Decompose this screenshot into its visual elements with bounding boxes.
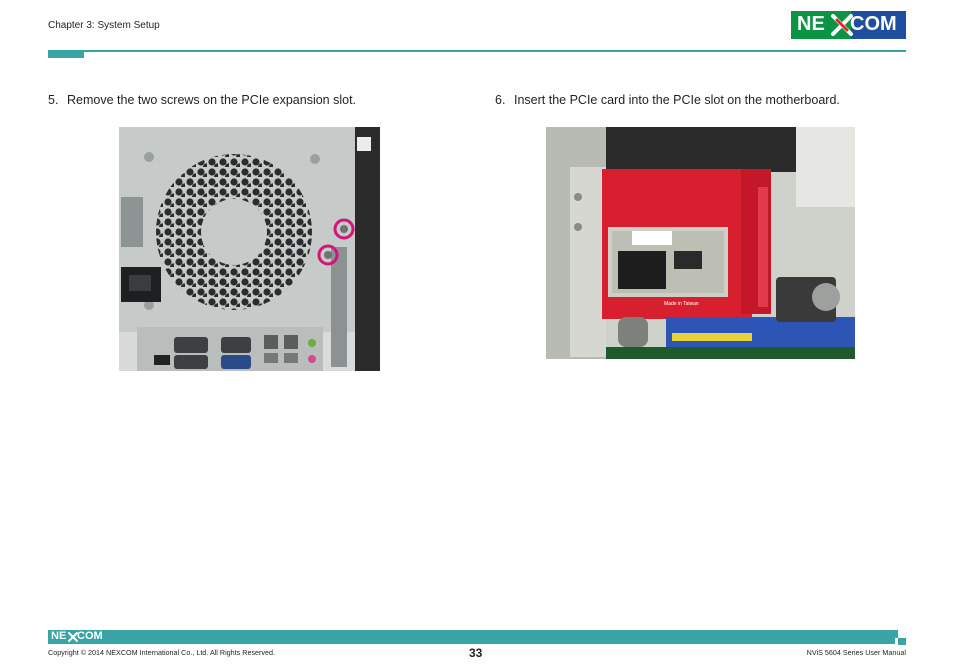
- footer-square-icon: [898, 638, 906, 645]
- page-number: 33: [469, 646, 483, 660]
- step-5-text: Remove the two screws on the PCIe expans…: [67, 93, 357, 107]
- step-6-number: 6.: [495, 93, 506, 107]
- logo-text-com: COM: [850, 13, 897, 35]
- footer-square-icon: [889, 638, 895, 644]
- logo-text-ne: NE: [797, 13, 825, 35]
- step-5: 5. Remove the two screws on the PCIe expa…: [48, 93, 356, 107]
- header-accent-tab: [48, 50, 84, 58]
- footer-logo-text-ne: NE: [51, 630, 67, 642]
- step-5-number: 5.: [48, 93, 59, 107]
- rear-panel-illustration: [119, 127, 380, 371]
- step-6: 6. Insert the PCIe card into the PCIe slo…: [495, 93, 840, 107]
- footer-logo-text-com: COM: [77, 630, 103, 642]
- pc-rear-panel-photo: [119, 127, 380, 371]
- step-6-text: Insert the PCIe card into the PCIe slot …: [514, 93, 840, 107]
- pcie-card-photo: Made in Taiwan: [546, 127, 855, 359]
- header-divider: [48, 50, 906, 52]
- copyright-text: Copyright © 2014 NEXCOM International Co…: [48, 648, 276, 657]
- footer-bar: [48, 630, 889, 644]
- card-label: Made in Taiwan: [664, 301, 699, 307]
- nexcom-logo: NE COM: [791, 11, 906, 39]
- pcie-card-illustration: Made in Taiwan: [546, 127, 855, 359]
- chapter-title: Chapter 3: System Setup: [48, 20, 160, 31]
- footer-nexcom-logo: NE COM: [51, 630, 109, 643]
- manual-title: NViS 5604 Series User Manual: [806, 648, 906, 657]
- footer-square-icon: [889, 630, 898, 638]
